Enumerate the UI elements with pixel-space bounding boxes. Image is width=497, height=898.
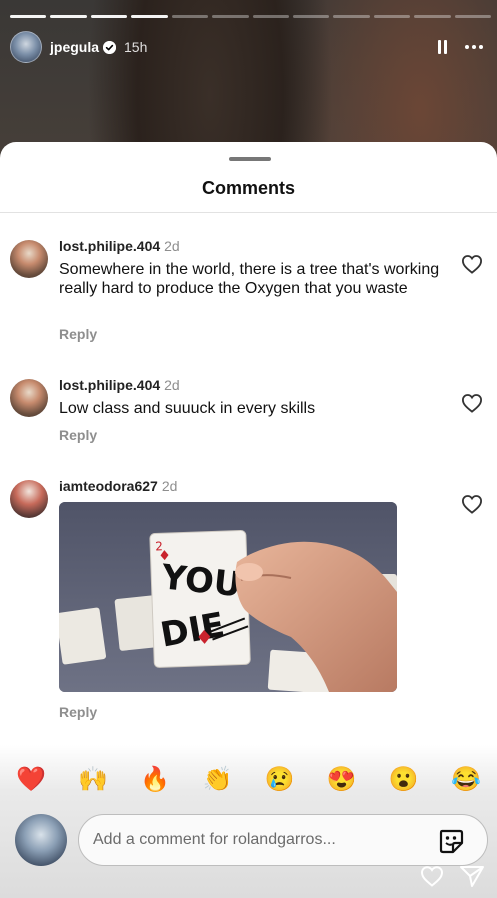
story-progress-segment: [131, 15, 168, 18]
story-progress-segment: [212, 15, 249, 18]
comment-item: lost.philipe.404 2d Low class and suuuck …: [0, 377, 497, 457]
story-progress-bar: [10, 15, 492, 18]
reaction-heart[interactable]: ❤️: [11, 765, 51, 794]
reaction-raised-hands[interactable]: 🙌: [73, 765, 113, 794]
sheet-divider: [0, 212, 497, 213]
like-heart-icon[interactable]: [461, 254, 483, 274]
commenter-avatar[interactable]: [10, 379, 48, 417]
comment-time: 2d: [161, 478, 178, 494]
story-progress-segment: [171, 15, 209, 18]
story-progress-segment: [414, 15, 451, 18]
comment-time: 2d: [164, 377, 180, 393]
commenter-avatar[interactable]: [10, 480, 48, 518]
reaction-fire[interactable]: 🔥: [135, 765, 175, 794]
commenter-username-line: lost.philipe.404 2d: [59, 238, 180, 254]
commenter-username-line: iamteodora627 2d: [59, 478, 177, 494]
sheet-title: Comments: [201, 178, 295, 198]
like-heart-icon[interactable]: [461, 494, 483, 514]
story-progress-segment: [10, 15, 47, 18]
quick-reactions-bar: ❤️ 🙌 🔥 👏 😢 😍 😮 😂: [0, 762, 497, 796]
story-progress-segment: [333, 15, 370, 18]
more-options-icon[interactable]: [465, 45, 483, 49]
story-author-avatar[interactable]: [10, 31, 42, 63]
verified-badge-icon: [103, 40, 117, 54]
commenter-username[interactable]: lost.philipe.404: [59, 238, 160, 254]
comment-item: lost.philipe.404 2d Somewhere in the worl…: [0, 238, 497, 358]
sticker-icon[interactable]: [437, 827, 465, 855]
comment-time: 2d: [164, 238, 180, 254]
story-progress-segment: [50, 15, 87, 18]
reaction-crying[interactable]: 😢: [260, 765, 300, 794]
story-progress-segment: [90, 15, 128, 18]
reaction-heart-eyes[interactable]: 😍: [322, 765, 362, 794]
story-progress-segment: [292, 15, 330, 18]
comment-input-placeholder: Add a comment for rolandgarros...: [93, 831, 336, 848]
story-progress-segment: [373, 15, 411, 18]
commenter-username[interactable]: iamteodora627: [59, 478, 158, 494]
comment-text: Low class and suuuck in every skills: [59, 400, 316, 417]
comment-input[interactable]: Add a comment for rolandgarros...: [78, 814, 488, 866]
story-progress-segment: [252, 15, 289, 18]
gif-image: 2 YOU DIE: [59, 502, 397, 692]
gif-attachment[interactable]: 2 YOU DIE: [59, 502, 397, 692]
commenter-username-line: lost.philipe.404 2d: [59, 377, 180, 393]
send-icon[interactable]: [459, 864, 485, 888]
reaction-laughing[interactable]: 😂: [446, 765, 486, 794]
story-like-heart-icon[interactable]: [420, 865, 444, 887]
reply-button[interactable]: Reply: [59, 704, 97, 720]
card-rank: 2: [155, 539, 163, 553]
comment-text: Somewhere in the world, there is a tree …: [59, 261, 440, 297]
pause-icon[interactable]: [438, 40, 447, 54]
reply-button[interactable]: Reply: [59, 427, 97, 443]
comment-item: iamteodora627 2d 2 YOU DIE Reply: [0, 478, 497, 720]
story-progress-segment: [454, 15, 492, 18]
like-heart-icon[interactable]: [461, 393, 483, 413]
story-timestamp: 15h: [124, 39, 148, 55]
current-user-avatar: [15, 814, 67, 866]
story-header: jpegula 15h: [10, 30, 483, 64]
reaction-clap[interactable]: 👏: [197, 765, 237, 794]
commenter-username[interactable]: lost.philipe.404: [59, 377, 160, 393]
commenter-avatar[interactable]: [10, 240, 48, 278]
reaction-surprised[interactable]: 😮: [384, 765, 424, 794]
story-author-username[interactable]: jpegula: [50, 39, 99, 55]
reply-button[interactable]: Reply: [59, 326, 97, 342]
gif-text-top: YOU: [159, 557, 244, 605]
sheet-drag-handle[interactable]: [229, 157, 271, 161]
